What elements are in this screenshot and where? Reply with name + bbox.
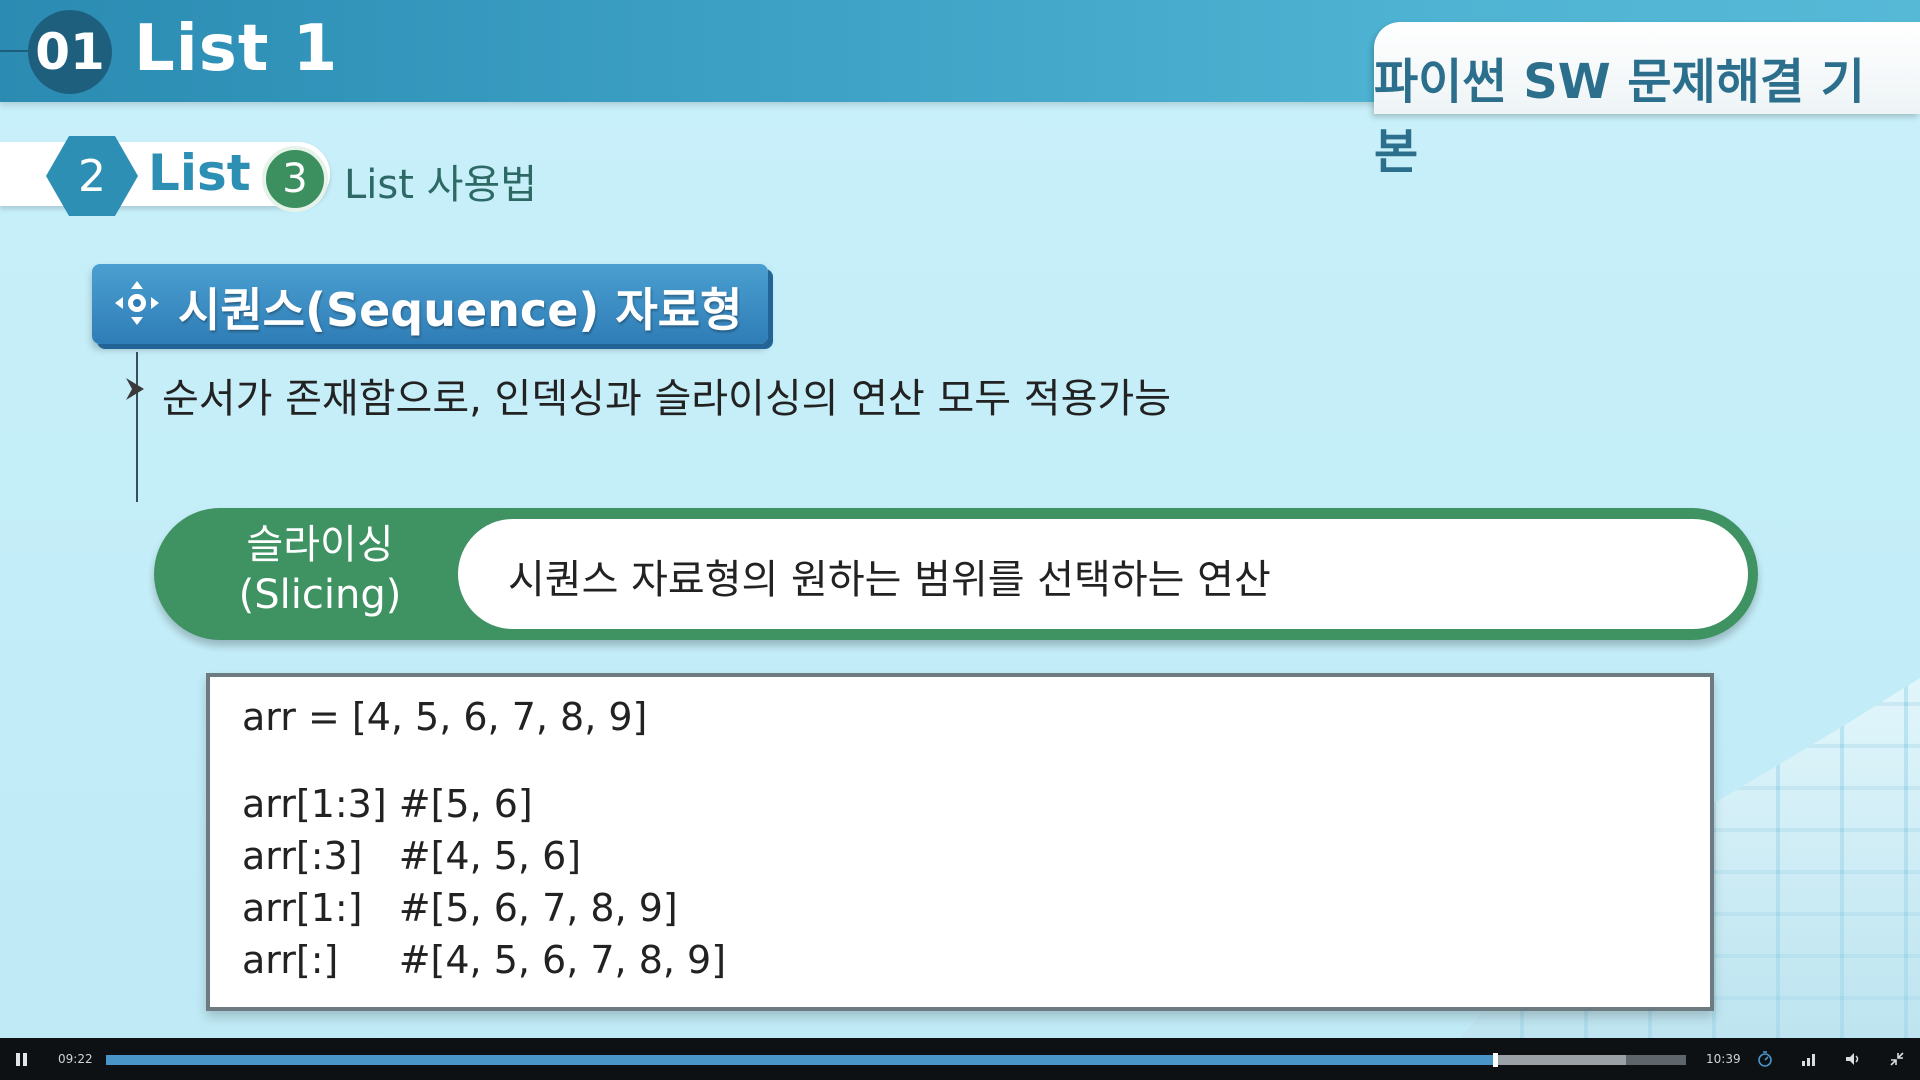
definition-term: 슬라이싱 (Slicing): [190, 520, 450, 620]
code-line: arr[1:] #[5, 6, 7, 8, 9]: [242, 886, 678, 930]
code-line: arr = [4, 5, 6, 7, 8, 9]: [242, 695, 648, 739]
seek-handle[interactable]: [1492, 1053, 1498, 1067]
section-number-badge: 01: [28, 10, 112, 94]
topic-heading: 시퀀스(Sequence) 자료형: [178, 283, 743, 337]
video-player-controls: 09:22 10:39: [0, 1038, 1920, 1080]
breadcrumb-substep-badge: 3: [262, 146, 328, 212]
quality-icon[interactable]: [1800, 1050, 1818, 1068]
volume-icon[interactable]: [1844, 1050, 1862, 1068]
topic-heading-box: 시퀀스(Sequence) 자료형: [92, 264, 768, 344]
code-line: arr[:3] #[4, 5, 6]: [242, 834, 582, 878]
bullet-guide-line: [136, 352, 138, 502]
current-time: 09:22: [58, 1052, 93, 1066]
definition-description: 시퀀스 자료형의 원하는 범위를 선택하는 연산: [508, 557, 1271, 603]
definition-term-korean: 슬라이싱: [246, 522, 394, 568]
section-title: List 1: [134, 12, 339, 86]
breadcrumb-substep-label: List 사용법: [344, 162, 538, 208]
seek-bar-played: [106, 1055, 1495, 1065]
fullscreen-exit-icon[interactable]: [1888, 1050, 1906, 1068]
pause-icon[interactable]: [16, 1053, 28, 1066]
speed-icon[interactable]: [1756, 1050, 1774, 1068]
code-line: arr[1:3] #[5, 6]: [242, 782, 533, 826]
seek-bar[interactable]: [106, 1053, 1686, 1067]
code-line: arr[:] #[4, 5, 6, 7, 8, 9]: [242, 938, 727, 982]
lecture-slide: 01 List 1 파이썬 SW 문제해결 기본 2 List 3 List 사…: [0, 0, 1920, 1038]
course-title-tab: 파이썬 SW 문제해결 기본: [1374, 22, 1920, 180]
breadcrumb-step-label: List: [148, 144, 251, 202]
definition-description-box: 시퀀스 자료형의 원하는 범위를 선택하는 연산: [458, 519, 1748, 629]
bullet-arrow-icon: [126, 378, 144, 400]
move-arrows-icon: [115, 281, 159, 325]
code-example-box: arr = [4, 5, 6, 7, 8, 9] arr[1:3] #[5, 6…: [206, 673, 1714, 1011]
total-time: 10:39: [1706, 1052, 1741, 1066]
course-title: 파이썬 SW 문제해결 기본: [1374, 54, 1865, 180]
bullet-text: 순서가 존재함으로, 인덱싱과 슬라이싱의 연산 모두 적용가능: [162, 376, 1172, 422]
definition-term-english: (Slicing): [238, 572, 402, 618]
